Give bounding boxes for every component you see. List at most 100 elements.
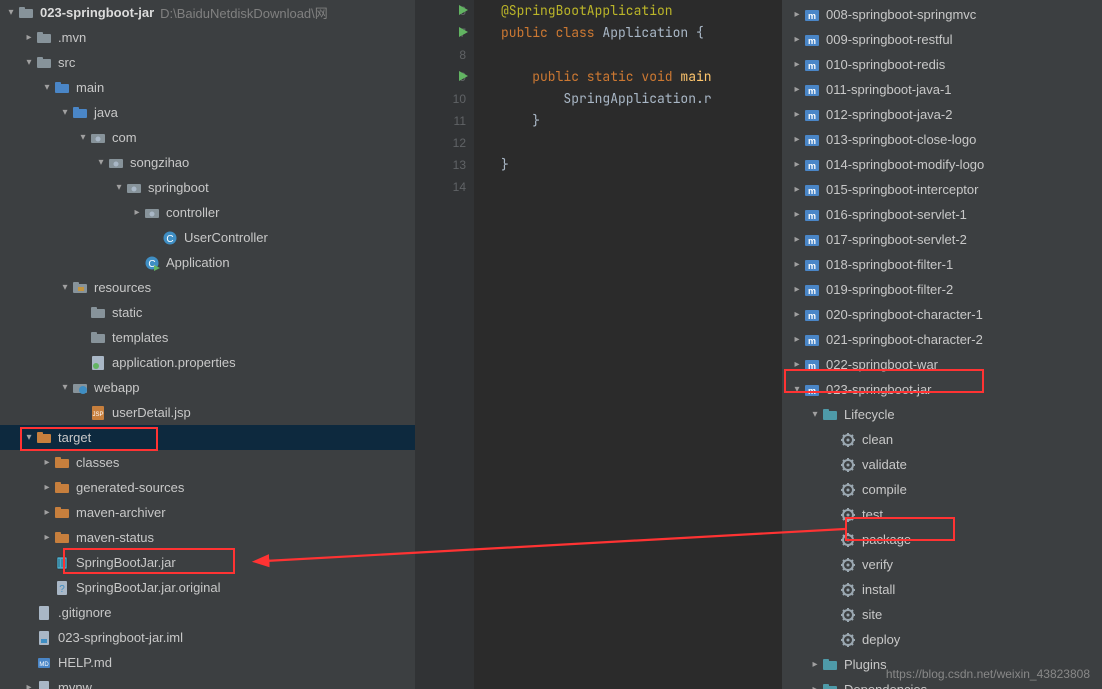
project-item--gitignore[interactable]: .gitignore [0, 600, 415, 625]
maven-item-023-springboot-jar[interactable]: ▾m023-springboot-jar [782, 377, 1102, 402]
maven-item-018-springboot-filter-1[interactable]: ▸m018-springboot-filter-1 [782, 252, 1102, 277]
maven-item-017-springboot-servlet-2[interactable]: ▸m017-springboot-servlet-2 [782, 227, 1102, 252]
code-line[interactable]: public static void main [501, 66, 782, 88]
maven-item-010-springboot-redis[interactable]: ▸m010-springboot-redis [782, 52, 1102, 77]
code-line[interactable] [501, 132, 782, 154]
tree-item-label: maven-archiver [76, 505, 166, 520]
maven-item-022-springboot-war[interactable]: ▸m022-springboot-war [782, 352, 1102, 377]
maven-item-008-springboot-springmvc[interactable]: ▸m008-springboot-springmvc [782, 2, 1102, 27]
project-item-main[interactable]: ▾main [0, 75, 415, 100]
maven-item-016-springboot-servlet-1[interactable]: ▸m016-springboot-servlet-1 [782, 202, 1102, 227]
maven-item-011-springboot-java-1[interactable]: ▸m011-springboot-java-1 [782, 77, 1102, 102]
project-item-resources[interactable]: ▾resources [0, 275, 415, 300]
chevron-down-icon: ▾ [94, 157, 108, 168]
project-item-help-md[interactable]: MDHELP.md [0, 650, 415, 675]
maven-item-test[interactable]: test [782, 502, 1102, 527]
project-item-springbootjar-jar-original[interactable]: ?SpringBootJar.jar.original [0, 575, 415, 600]
run-gutter-icon[interactable] [457, 26, 469, 41]
gutter-line: 6 [415, 0, 474, 22]
code-line[interactable]: } [501, 110, 782, 132]
maven-item-deploy[interactable]: deploy [782, 627, 1102, 652]
tree-item-label: 017-springboot-servlet-2 [826, 232, 967, 247]
project-item-springboot[interactable]: ▾springboot [0, 175, 415, 200]
project-item-springbootjar-jar[interactable]: SpringBootJar.jar [0, 550, 415, 575]
project-item-target[interactable]: ▾target [0, 425, 415, 450]
chevron-right-icon: ▸ [22, 682, 36, 689]
maven-item-012-springboot-java-2[interactable]: ▸m012-springboot-java-2 [782, 102, 1102, 127]
project-item-java[interactable]: ▾java [0, 100, 415, 125]
maven-item-site[interactable]: site [782, 602, 1102, 627]
tree-item-label: songzihao [130, 155, 189, 170]
chevron-right-icon: ▸ [790, 59, 804, 70]
project-item-templates[interactable]: templates [0, 325, 415, 350]
project-item-maven-archiver[interactable]: ▸maven-archiver [0, 500, 415, 525]
maven-item-install[interactable]: install [782, 577, 1102, 602]
project-item-mvnw[interactable]: ▸mvnw [0, 675, 415, 689]
code-line[interactable]: SpringApplication.r [501, 88, 782, 110]
project-item-userdetail-jsp[interactable]: JSPuserDetail.jsp [0, 400, 415, 425]
class-icon: C [162, 230, 178, 246]
m-icon: m [804, 207, 820, 223]
maven-item-020-springboot-character-1[interactable]: ▸m020-springboot-character-1 [782, 302, 1102, 327]
maven-item-validate[interactable]: validate [782, 452, 1102, 477]
gear-icon [840, 507, 856, 523]
file-q-icon: ? [54, 580, 70, 596]
svg-text:m: m [808, 261, 816, 271]
maven-item-019-springboot-filter-2[interactable]: ▸m019-springboot-filter-2 [782, 277, 1102, 302]
tree-item-label: src [58, 55, 75, 70]
package-icon [126, 180, 142, 196]
maven-item-021-springboot-character-2[interactable]: ▸m021-springboot-character-2 [782, 327, 1102, 352]
m-icon: m [804, 257, 820, 273]
maven-item-package[interactable]: package [782, 527, 1102, 552]
maven-item-014-springboot-modify-logo[interactable]: ▸m014-springboot-modify-logo [782, 152, 1102, 177]
gear-icon [840, 632, 856, 648]
folder-icon [36, 55, 52, 71]
project-item-023-springboot-jar-iml[interactable]: 023-springboot-jar.iml [0, 625, 415, 650]
project-item-src[interactable]: ▾src [0, 50, 415, 75]
project-tree[interactable]: ▾ 023-springboot-jar D:\BaiduNetdiskDown… [0, 0, 415, 689]
project-item-classes[interactable]: ▸classes [0, 450, 415, 475]
run-gutter-icon[interactable] [457, 70, 469, 85]
maven-item-clean[interactable]: clean [782, 427, 1102, 452]
m-icon: m [804, 382, 820, 398]
maven-item-verify[interactable]: verify [782, 552, 1102, 577]
project-root[interactable]: ▾ 023-springboot-jar D:\BaiduNetdiskDown… [0, 0, 415, 25]
watermark: https://blog.csdn.net/weixin_43823808 [886, 667, 1090, 681]
project-item-com[interactable]: ▾com [0, 125, 415, 150]
tree-item-label: 023-springboot-jar [826, 382, 932, 397]
project-item-webapp[interactable]: ▾webapp [0, 375, 415, 400]
project-item-maven-status[interactable]: ▸maven-status [0, 525, 415, 550]
tree-item-label: validate [862, 457, 907, 472]
project-item-controller[interactable]: ▸controller [0, 200, 415, 225]
project-item-generated-sources[interactable]: ▸generated-sources [0, 475, 415, 500]
maven-item-compile[interactable]: compile [782, 477, 1102, 502]
maven-item-lifecycle[interactable]: ▾Lifecycle [782, 402, 1102, 427]
folder-orange-icon [54, 505, 70, 521]
maven-item-009-springboot-restful[interactable]: ▸m009-springboot-restful [782, 27, 1102, 52]
props-icon [90, 355, 106, 371]
code-line[interactable] [501, 176, 782, 198]
folder-icon [90, 305, 106, 321]
project-item--mvn[interactable]: ▸.mvn [0, 25, 415, 50]
project-item-static[interactable]: static [0, 300, 415, 325]
project-item-application-properties[interactable]: application.properties [0, 350, 415, 375]
maven-panel[interactable]: ▸m008-springboot-springmvc▸m009-springbo… [782, 0, 1102, 689]
maven-item-015-springboot-interceptor[interactable]: ▸m015-springboot-interceptor [782, 177, 1102, 202]
code-line[interactable]: public class Application { [501, 22, 782, 44]
project-item-application[interactable]: CApplication [0, 250, 415, 275]
project-item-usercontroller[interactable]: CUserController [0, 225, 415, 250]
tree-item-label: 015-springboot-interceptor [826, 182, 978, 197]
maven-item-013-springboot-close-logo[interactable]: ▸m013-springboot-close-logo [782, 127, 1102, 152]
chevron-right-icon: ▸ [790, 159, 804, 170]
tree-item-label: Lifecycle [844, 407, 895, 422]
run-gutter-icon[interactable] [457, 4, 469, 19]
tree-item-label: maven-status [76, 530, 154, 545]
code-editor[interactable]: 67891011121314 @SpringBootApplicationpub… [415, 0, 782, 689]
tree-item-label: 023-springboot-jar.iml [58, 630, 183, 645]
code-line[interactable]: } [501, 154, 782, 176]
code-line[interactable] [501, 44, 782, 66]
code-line[interactable]: @SpringBootApplication [501, 0, 782, 22]
chevron-right-icon: ▸ [40, 457, 54, 468]
project-item-songzihao[interactable]: ▾ songzihao [0, 150, 415, 175]
code-area[interactable]: @SpringBootApplicationpublic class Appli… [475, 0, 782, 689]
